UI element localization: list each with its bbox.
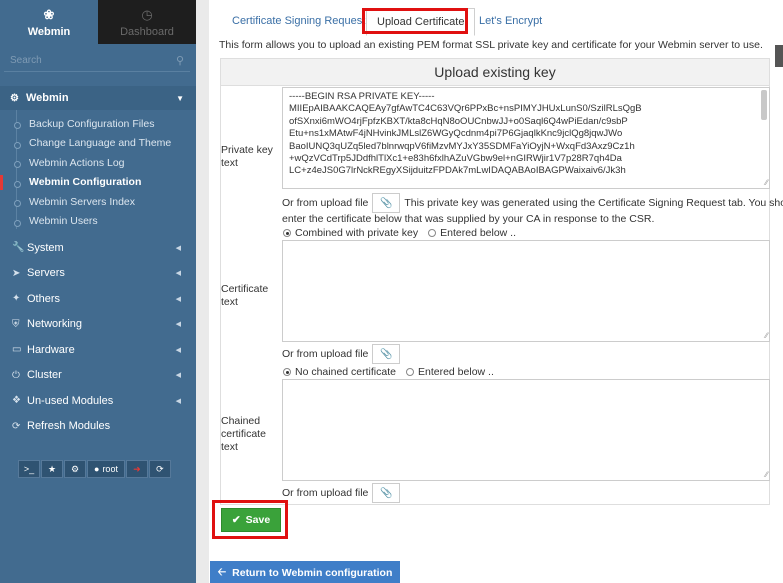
chevron-left-icon: ◀	[175, 321, 181, 329]
resize-handle-icon[interactable]: ∕∕	[765, 179, 768, 187]
return-button[interactable]: 🡠 Return to Webmin configuration	[210, 561, 400, 583]
wrench-icon: 🔧	[12, 242, 25, 254]
private-key-label: Private key text	[221, 144, 273, 169]
upload-key-form: Upload existing key Private key text ---…	[220, 58, 783, 505]
tab-csr[interactable]: Certificate Signing Request	[232, 15, 365, 27]
power-icon: ⏻	[12, 369, 20, 381]
sidebar-item-system[interactable]: 🔧 System ◀	[0, 235, 196, 261]
sidebar-item-unused-modules[interactable]: ❖ Un-used Modules ◀	[0, 388, 196, 414]
sidebar-item-refresh-modules[interactable]: ⟳ Refresh Modules	[0, 414, 196, 440]
arrow-left-icon: 🡠	[217, 566, 227, 578]
certificate-textarea[interactable]: ∕∕	[282, 240, 770, 342]
sidebar-item-backup[interactable]: Backup Configuration Files	[14, 114, 196, 134]
sidebar-item-servers[interactable]: ➤ Servers ◀	[0, 261, 196, 287]
sidebar-section-webmin[interactable]: ⚙ Webmin ▼	[0, 86, 196, 110]
sidebar-item-webmin-configuration[interactable]: Webmin Configuration	[0, 173, 196, 193]
check-circle-icon: ✔	[231, 514, 241, 526]
sidebar-item-actions-log[interactable]: Webmin Actions Log	[14, 153, 196, 173]
dashboard-icon: ◷	[141, 6, 153, 22]
logout-button[interactable]: ➜	[125, 460, 148, 478]
search-icon[interactable]: ⚲	[176, 54, 184, 67]
user-icon: ●	[94, 464, 100, 474]
chevron-left-icon: ◀	[175, 295, 181, 303]
private-key-upload-button[interactable]: 📎	[372, 193, 401, 213]
sidebar-item-hardware[interactable]: ▭ Hardware ◀	[0, 337, 196, 363]
radio-no-chained-cert[interactable]	[283, 368, 291, 376]
form-title: Upload existing key	[221, 59, 769, 86]
cogs-icon: ⚙	[70, 463, 80, 474]
certificate-label: Certificate text	[221, 283, 269, 308]
logout-icon: ➜	[133, 463, 141, 474]
sidebar-item-others[interactable]: ✦ Others ◀	[0, 286, 196, 312]
save-button[interactable]: ✔ Save	[221, 508, 281, 532]
chevron-left-icon: ◀	[175, 372, 181, 380]
sidebar-item-servers-index[interactable]: Webmin Servers Index	[14, 192, 196, 212]
sidebar-subitems: Backup Configuration Files Change Langua…	[0, 110, 196, 235]
tab-lets-encrypt[interactable]: Let's Encrypt	[479, 15, 542, 27]
paperclip-icon: 📎	[380, 197, 393, 209]
chain-source-radios: No chained certificate Entered below ..	[283, 366, 494, 378]
favorites-button[interactable]: ★	[41, 460, 63, 478]
theme-config-button[interactable]: ⚙	[64, 460, 86, 478]
private-key-upload-row: Or from upload file 📎 This private key w…	[282, 193, 783, 213]
certificate-source-radios: Combined with private key Entered below …	[283, 227, 516, 239]
sidebar-item-webmin-users[interactable]: Webmin Users	[14, 212, 196, 232]
rocket-icon: ➤	[12, 267, 21, 279]
chevron-left-icon: ◀	[175, 244, 181, 252]
resize-handle-icon[interactable]: ∕∕	[765, 332, 768, 340]
paperclip-icon: 📎	[380, 348, 393, 360]
user-button[interactable]: ● root	[87, 460, 125, 478]
radio-chain-entered-below[interactable]	[405, 368, 414, 376]
csr-note-line2: enter the certificate below that was sup…	[282, 213, 655, 225]
terminal-button[interactable]: >_	[18, 460, 40, 478]
radio-combined-with-key[interactable]	[283, 229, 291, 237]
search-box: ⚲	[4, 50, 190, 72]
sidebar-menu: ⚙ Webmin ▼ Backup Configuration Files Ch…	[0, 86, 196, 439]
sidebar-toolbar: >_ ★ ⚙ ● root ➜ ⟳	[18, 460, 171, 478]
puzzle-icon: ❖	[12, 395, 21, 407]
refresh-button[interactable]: ⟳	[148, 460, 171, 478]
tab-dashboard[interactable]: ◷ Dashboard	[98, 0, 196, 44]
chevron-left-icon: ◀	[175, 397, 181, 405]
side-panel-toggle[interactable]	[775, 45, 783, 67]
sidebar-item-language[interactable]: Change Language and Theme	[14, 134, 196, 154]
certificate-upload-row: Or from upload file 📎	[282, 344, 401, 364]
highlight-outline-tab	[362, 8, 468, 34]
chevron-down-icon: ▼	[176, 93, 184, 103]
gear-icon: ⚙	[10, 92, 19, 104]
resize-handle-icon[interactable]: ∕∕	[765, 471, 768, 479]
certificate-upload-button[interactable]: 📎	[372, 344, 401, 364]
sidebar: ❀ Webmin ◷ Dashboard ⚲ ⚙ Webmin ▼ Backup…	[0, 0, 196, 583]
paperclip-icon: 📎	[380, 487, 393, 499]
star-icon: ★	[47, 463, 57, 474]
tools-icon: ✦	[12, 293, 21, 305]
form-description: This form allows you to upload an existi…	[219, 39, 763, 51]
shield-icon: ⛨	[12, 318, 20, 330]
hdd-icon: ▭	[12, 344, 22, 356]
main-content: Certificate Signing Request Upload Certi…	[209, 0, 783, 583]
active-marker	[0, 174, 3, 190]
refresh-icon: ⟳	[12, 420, 21, 432]
chevron-left-icon: ◀	[175, 270, 181, 278]
search-input[interactable]	[4, 55, 164, 66]
private-key-textarea[interactable]: -----BEGIN RSA PRIVATE KEY----- MIIEpAIB…	[282, 87, 770, 189]
radio-cert-entered-below[interactable]	[428, 229, 437, 237]
chained-certificate-label: Chained certificate text	[221, 415, 266, 453]
chevron-left-icon: ◀	[175, 346, 181, 354]
refresh-icon: ⟳	[156, 463, 164, 474]
private-key-text: -----BEGIN RSA PRIVATE KEY----- MIIEpAIB…	[289, 91, 642, 177]
sidebar-item-cluster[interactable]: ⏻ Cluster ◀	[0, 363, 196, 389]
webmin-logo-icon: ❀	[43, 6, 55, 22]
chained-certificate-textarea[interactable]: ∕∕	[282, 379, 770, 481]
chain-upload-row: Or from upload file 📎	[282, 483, 401, 503]
textarea-scrollbar[interactable]	[761, 90, 767, 120]
chain-upload-button[interactable]: 📎	[372, 483, 401, 503]
tab-bar: Certificate Signing Request Upload Certi…	[209, 8, 783, 38]
sidebar-item-networking[interactable]: ⛨ Networking ◀	[0, 312, 196, 338]
tab-webmin[interactable]: ❀ Webmin	[0, 0, 98, 44]
